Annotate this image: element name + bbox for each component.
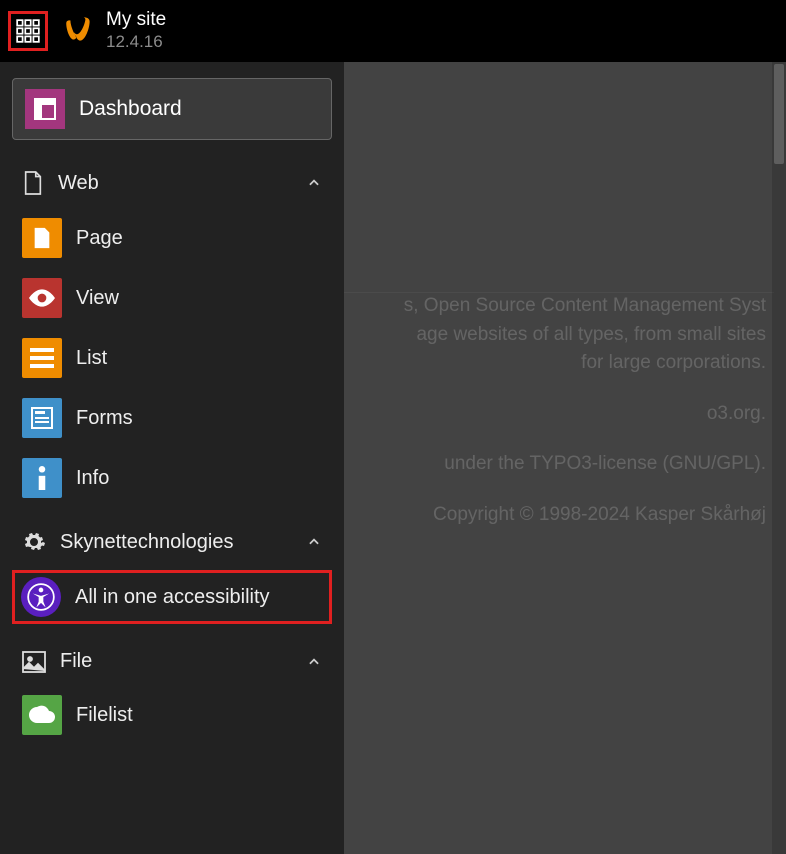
- dim-overlay: [344, 62, 786, 854]
- module-info[interactable]: Info: [12, 452, 332, 504]
- group-header-file[interactable]: File: [12, 642, 332, 681]
- info-icon: [22, 458, 62, 498]
- gear-icon: [22, 530, 46, 554]
- module-page[interactable]: Page: [12, 212, 332, 264]
- module-label: View: [76, 287, 322, 310]
- dashboard-icon: [25, 89, 65, 129]
- view-icon: [22, 278, 62, 318]
- apps-menu-button[interactable]: [8, 11, 48, 51]
- module-view[interactable]: View: [12, 272, 332, 324]
- scrollbar[interactable]: [772, 62, 786, 854]
- topbar: My site 12.4.16: [0, 0, 786, 62]
- site-name: My site: [106, 9, 166, 32]
- group-header-web[interactable]: Web: [12, 162, 332, 204]
- page-icon: [22, 218, 62, 258]
- module-forms[interactable]: Forms: [12, 392, 332, 444]
- chevron-up-icon: [306, 654, 322, 670]
- dashboard-button[interactable]: Dashboard: [12, 78, 332, 140]
- module-label: Filelist: [76, 704, 322, 727]
- page-outline-icon: [22, 170, 44, 196]
- module-label: Info: [76, 467, 322, 490]
- group-label: Skynettechnologies: [60, 531, 292, 554]
- dashboard-label: Dashboard: [79, 97, 182, 121]
- content-area: s, Open Source Content Management Syst a…: [344, 62, 786, 854]
- module-accessibility[interactable]: All in one accessibility: [12, 570, 332, 624]
- module-label: Page: [76, 227, 322, 250]
- apps-grid-icon: [15, 18, 41, 44]
- accessibility-icon: [21, 577, 61, 617]
- typo3-logo-icon: [62, 14, 96, 48]
- filelist-icon: [22, 695, 62, 735]
- forms-icon: [22, 398, 62, 438]
- chevron-up-icon: [306, 534, 322, 550]
- group-header-skynet[interactable]: Skynettechnologies: [12, 522, 332, 562]
- module-list[interactable]: List: [12, 332, 332, 384]
- image-icon: [22, 651, 46, 673]
- group-label: Web: [58, 172, 292, 195]
- site-version: 12.4.16: [106, 32, 166, 52]
- module-label: All in one accessibility: [75, 586, 323, 609]
- brand: My site 12.4.16: [62, 9, 166, 52]
- module-filelist[interactable]: Filelist: [12, 689, 332, 741]
- group-label: File: [60, 650, 292, 673]
- chevron-up-icon: [306, 175, 322, 191]
- module-sidebar: Dashboard Web Page View List Forms Info: [0, 62, 344, 854]
- list-icon: [22, 338, 62, 378]
- module-label: List: [76, 347, 322, 370]
- module-label: Forms: [76, 407, 322, 430]
- scrollbar-thumb[interactable]: [774, 64, 784, 164]
